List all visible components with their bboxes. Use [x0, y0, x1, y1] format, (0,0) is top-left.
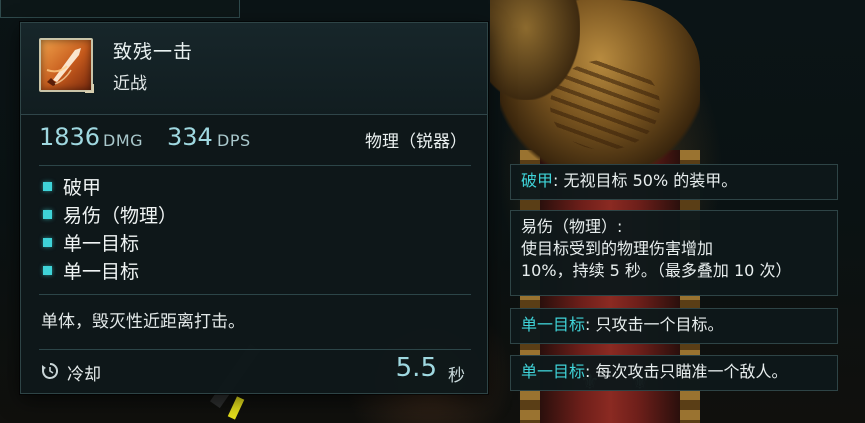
keyword-item[interactable]: 破甲: [39, 173, 469, 201]
dps-unit: DPS: [217, 131, 251, 150]
skill-stats: 1836 DMG 334 DPS 物理（锐器）: [21, 123, 487, 159]
keyword-detail-name: 单一目标: [521, 315, 586, 334]
cooldown-value: 5.5: [395, 353, 437, 383]
keyword-item[interactable]: 单一目标: [39, 257, 469, 285]
skill-description: 单体，毁灭性近距离打击。: [41, 312, 245, 332]
cooldown-unit: 秒: [448, 366, 465, 386]
keyword-detail-box: 单一目标: 每次攻击只瞄准一个敌人。: [510, 355, 838, 391]
icon-corner-mark: [85, 84, 94, 93]
keyword-item[interactable]: 易伤（物理）: [39, 201, 469, 229]
divider: [39, 294, 471, 295]
divider: [39, 165, 471, 166]
keyword-detail-line: 使目标受到的物理伤害增加: [521, 239, 714, 258]
divider: [39, 349, 471, 350]
keyword-detail-line: 10%，持续 5 秒。（最多叠加 10 次）: [521, 261, 792, 280]
skill-category: 近战: [113, 74, 147, 94]
keyword-label: 单一目标: [63, 233, 140, 255]
keyword-detail-text: : 无视目标 50% 的装甲。: [553, 171, 738, 190]
keyword-bullet-icon: [43, 266, 52, 275]
damage-unit: DMG: [103, 131, 144, 150]
keyword-list: 破甲 易伤（物理） 单一目标 单一目标: [39, 173, 469, 285]
damage-type: 物理（锐器）: [365, 132, 467, 152]
dps-value: 334: [167, 123, 213, 151]
damage-value: 1836: [39, 123, 101, 151]
skill-name: 致残一击: [113, 41, 194, 63]
tooltip-header: 致残一击 近战: [21, 23, 487, 115]
keyword-detail-box: 单一目标: 只攻击一个目标。: [510, 308, 838, 344]
cooldown-row: 冷却 5.5 秒: [21, 351, 487, 391]
cooldown-icon: [42, 362, 59, 379]
keyword-label: 易伤（物理）: [63, 205, 178, 227]
skill-tooltip: 致残一击 近战 1836 DMG 334 DPS 物理（锐器） 破甲 易伤（物理…: [20, 22, 488, 394]
cooldown-label: 冷却: [67, 365, 101, 385]
keyword-label: 单一目标: [63, 261, 140, 283]
keyword-detail-name: 单一目标: [521, 362, 586, 381]
keyword-item[interactable]: 单一目标: [39, 229, 469, 257]
keyword-detail-name: 破甲: [521, 171, 554, 190]
keyword-detail-text: : 只攻击一个目标。: [585, 315, 724, 334]
keyword-detail-text: :: [617, 217, 623, 236]
background-frame: [0, 0, 240, 18]
keyword-label: 破甲: [63, 177, 102, 199]
sword-strike-icon: [39, 38, 94, 93]
keyword-bullet-icon: [43, 238, 52, 247]
keyword-detail-name: 易伤（物理）: [521, 217, 618, 236]
keyword-bullet-icon: [43, 210, 52, 219]
keyword-bullet-icon: [43, 182, 52, 191]
character-shoulder-armor: [490, 0, 580, 100]
keyword-detail-text: : 每次攻击只瞄准一个敌人。: [585, 362, 788, 381]
background-weapon-marking: [227, 396, 245, 420]
keyword-detail-box: 破甲: 无视目标 50% 的装甲。: [510, 164, 838, 200]
keyword-detail-box: 易伤（物理）: 使目标受到的物理伤害增加 10%，持续 5 秒。（最多叠加 10…: [510, 210, 838, 296]
